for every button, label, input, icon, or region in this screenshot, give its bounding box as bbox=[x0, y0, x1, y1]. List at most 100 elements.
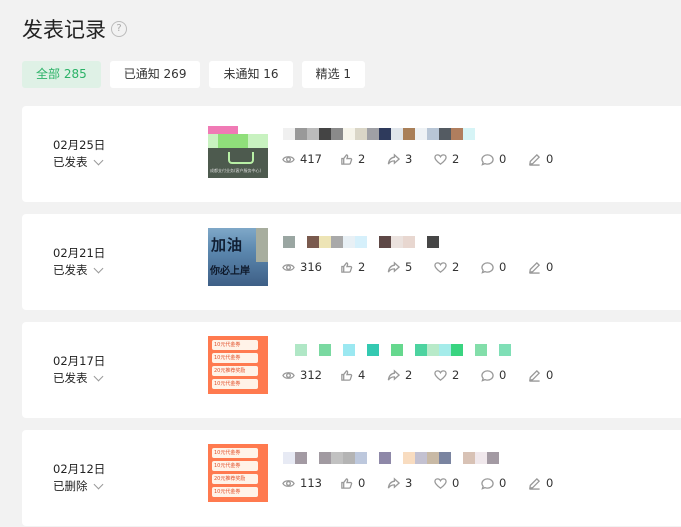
post-status[interactable]: 已发表 bbox=[53, 262, 103, 278]
mosaic-block bbox=[379, 344, 391, 356]
mosaic-block bbox=[307, 452, 319, 464]
post-thumbnail[interactable]: 10元代金券 10元代金券 20元推荐奖励 10元代金券 bbox=[208, 336, 268, 394]
mosaic-block bbox=[451, 128, 463, 140]
post-title-blurred[interactable] bbox=[283, 344, 511, 356]
mosaic-block bbox=[283, 236, 295, 248]
likes-count: 0 bbox=[358, 476, 366, 490]
shares-count: 5 bbox=[405, 260, 413, 274]
mosaic-block bbox=[439, 452, 451, 464]
tab-all[interactable]: 全部 285 bbox=[22, 61, 101, 88]
mosaic-block bbox=[343, 344, 355, 356]
status-label: 已发表 bbox=[53, 263, 88, 277]
shares-count: 3 bbox=[405, 476, 413, 490]
favorites-stat: 2 bbox=[434, 152, 481, 166]
edits-stat: 0 bbox=[528, 152, 553, 166]
mosaic-block bbox=[343, 452, 355, 464]
mosaic-block bbox=[355, 452, 367, 464]
likes-stat: 0 bbox=[340, 476, 387, 490]
edits-stat: 0 bbox=[528, 368, 553, 382]
thumb-row: 10元代金券 bbox=[212, 487, 258, 497]
mosaic-block bbox=[439, 128, 451, 140]
pen-icon bbox=[529, 153, 541, 166]
likes-stat: 2 bbox=[340, 260, 387, 274]
thumb-row: 10元代金券 bbox=[212, 461, 258, 471]
status-label: 已发表 bbox=[53, 371, 88, 385]
mosaic-block bbox=[463, 344, 475, 356]
comment-icon bbox=[481, 153, 494, 166]
post-date: 02月21日 bbox=[53, 246, 106, 260]
mosaic-block bbox=[403, 128, 415, 140]
comments-count: 0 bbox=[499, 368, 507, 382]
heart-icon bbox=[434, 369, 447, 381]
post-card[interactable]: 02月21日 已发表 加油 你必上岸 316 2 5 2 0 0 bbox=[22, 214, 681, 310]
comments-count: 0 bbox=[499, 260, 507, 274]
thumb-up-icon bbox=[341, 153, 353, 165]
tab-notified[interactable]: 已通知 269 bbox=[109, 61, 201, 88]
mosaic-block bbox=[487, 452, 499, 464]
post-thumbnail[interactable]: 加油 你必上岸 bbox=[208, 228, 268, 286]
thumb-text: 加油 bbox=[211, 236, 244, 254]
post-stats: 312 4 2 2 0 0 bbox=[282, 368, 553, 382]
post-stats: 316 2 5 2 0 0 bbox=[282, 260, 553, 274]
help-icon[interactable]: ? bbox=[111, 21, 127, 37]
edits-count: 0 bbox=[546, 368, 554, 382]
mosaic-block bbox=[319, 344, 331, 356]
views-stat: 113 bbox=[282, 476, 340, 490]
post-card[interactable]: 02月12日 已删除 10元代金券 10元代金券 20元推荐奖励 10元代金券 … bbox=[22, 430, 681, 526]
post-status[interactable]: 已发表 bbox=[53, 154, 103, 170]
mosaic-block bbox=[487, 344, 499, 356]
mosaic-block bbox=[391, 452, 403, 464]
thumb-caption: 成都支付业务(客户服务中心) bbox=[210, 168, 262, 173]
mosaic-block bbox=[403, 236, 415, 248]
shares-count: 2 bbox=[405, 368, 413, 382]
mosaic-block bbox=[403, 452, 415, 464]
mosaic-block bbox=[319, 128, 331, 140]
tab-not-notified[interactable]: 未通知 16 bbox=[209, 61, 293, 88]
edits-stat: 0 bbox=[528, 260, 553, 274]
views-stat: 316 bbox=[282, 260, 340, 274]
share-icon bbox=[387, 152, 400, 165]
mosaic-block bbox=[295, 344, 307, 356]
mosaic-block bbox=[283, 128, 295, 140]
comment-icon bbox=[481, 477, 494, 490]
pen-icon bbox=[529, 261, 541, 274]
post-title-blurred[interactable] bbox=[283, 128, 475, 140]
thumb-row: 10元代金券 bbox=[212, 448, 258, 458]
post-status[interactable]: 已删除 bbox=[53, 478, 103, 494]
likes-count: 2 bbox=[358, 152, 366, 166]
post-thumbnail[interactable]: 10元代金券 10元代金券 20元推荐奖励 10元代金券 bbox=[208, 444, 268, 502]
pen-icon bbox=[529, 369, 541, 382]
shares-stat: 3 bbox=[387, 152, 434, 166]
favorites-count: 2 bbox=[452, 152, 460, 166]
mosaic-block bbox=[367, 236, 379, 248]
views-stat: 417 bbox=[282, 152, 340, 166]
comment-icon bbox=[481, 261, 494, 274]
post-title-blurred[interactable] bbox=[283, 236, 439, 248]
post-card[interactable]: 02月17日 已发表 10元代金券 10元代金券 20元推荐奖励 10元代金券 … bbox=[22, 322, 681, 418]
share-icon bbox=[387, 368, 400, 381]
mosaic-block bbox=[379, 236, 391, 248]
post-thumbnail[interactable]: 成都支付业务(客户服务中心) bbox=[208, 120, 268, 178]
comments-stat: 0 bbox=[481, 368, 528, 382]
mosaic-block bbox=[415, 344, 427, 356]
mosaic-block bbox=[343, 236, 355, 248]
mosaic-block bbox=[475, 344, 487, 356]
thumb-up-icon bbox=[341, 477, 353, 489]
chevron-down-icon bbox=[93, 371, 103, 381]
post-date: 02月17日 bbox=[53, 354, 106, 368]
mosaic-block bbox=[283, 452, 295, 464]
thumb-row: 10元代金券 bbox=[212, 340, 258, 350]
comments-stat: 0 bbox=[481, 260, 528, 274]
chevron-down-icon bbox=[93, 479, 103, 489]
post-title-blurred[interactable] bbox=[283, 452, 499, 464]
tab-featured[interactable]: 精选 1 bbox=[301, 61, 366, 88]
mosaic-block bbox=[379, 452, 391, 464]
favorites-count: 2 bbox=[452, 368, 460, 382]
mosaic-block bbox=[343, 128, 355, 140]
post-card[interactable]: 02月25日 已发表 成都支付业务(客户服务中心) 417 2 3 2 0 0 bbox=[22, 106, 681, 202]
post-status[interactable]: 已发表 bbox=[53, 370, 103, 386]
mosaic-block bbox=[427, 236, 439, 248]
comment-icon bbox=[481, 369, 494, 382]
mosaic-block bbox=[355, 344, 367, 356]
mosaic-block bbox=[463, 452, 475, 464]
